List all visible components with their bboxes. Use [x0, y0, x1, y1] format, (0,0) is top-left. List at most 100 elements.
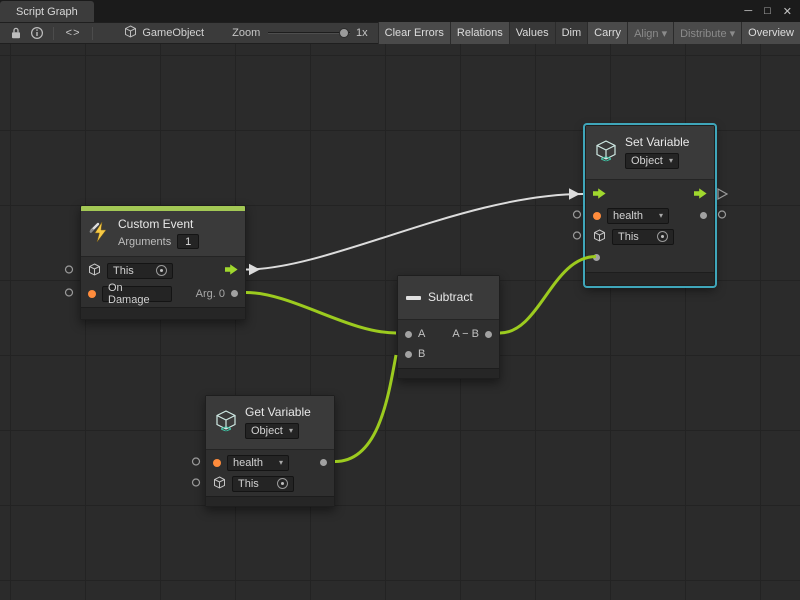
arguments-label: Arguments [118, 236, 171, 248]
custom-event-header[interactable]: Custom Event Arguments 1 [81, 211, 245, 257]
value-out-port[interactable] [700, 212, 707, 219]
node-title: Custom Event [118, 218, 199, 232]
gameobject-type-icon [88, 263, 101, 279]
graph-canvas[interactable]: Custom Event Arguments 1 This [0, 44, 800, 600]
input-b-label: B [418, 348, 425, 360]
object-picker-icon[interactable] [277, 478, 288, 489]
input-a-label: A [418, 328, 425, 340]
flow-in-port[interactable] [593, 188, 606, 202]
chevron-down-icon: ▾ [289, 426, 293, 435]
arguments-count-field[interactable]: 1 [177, 234, 199, 249]
event-name-port[interactable] [88, 290, 96, 298]
scope-value: Object [631, 155, 663, 167]
svg-text:<>: <> [601, 154, 612, 163]
variable-name-dropdown[interactable]: health ▾ [607, 208, 669, 224]
flow-wire-start-arrow [249, 264, 260, 275]
gameobject-label: GameObject [142, 27, 204, 39]
variable-name-port[interactable] [593, 212, 601, 220]
relations-button[interactable]: Relations [450, 22, 509, 44]
window-controls: ─ □ ✕ [744, 0, 792, 22]
wire-getvariable-to-subtract-b [335, 355, 396, 462]
gameobject-type-icon [213, 476, 226, 492]
code-icon[interactable]: <> [59, 22, 88, 44]
unconnected-port-indicator[interactable] [193, 479, 200, 486]
unconnected-port-indicator[interactable] [66, 289, 73, 296]
zoom-slider-knob[interactable] [339, 28, 349, 38]
subtract-header[interactable]: Subtract [398, 276, 499, 320]
object-picker-icon[interactable] [156, 265, 167, 276]
input-b-port[interactable] [405, 351, 412, 358]
zoom-slider[interactable] [268, 22, 350, 44]
variable-name-dropdown[interactable]: health ▾ [227, 455, 289, 471]
node-title: Get Variable [245, 406, 311, 420]
arg0-out-port[interactable] [231, 290, 238, 297]
node-footer [398, 368, 499, 378]
node-set-variable[interactable]: <> Set Variable Object ▾ [585, 125, 715, 286]
unconnected-port-indicator[interactable] [66, 266, 73, 273]
chevron-down-icon: ▾ [279, 458, 283, 467]
tab-script-graph[interactable]: Script Graph [0, 1, 94, 22]
distribute-button[interactable]: Distribute ▾ [673, 22, 741, 44]
minimize-icon[interactable]: ─ [744, 5, 752, 17]
get-variable-header[interactable]: <> Get Variable Object ▾ [206, 396, 334, 450]
variable-name-port[interactable] [213, 459, 221, 467]
overview-button[interactable]: Overview [741, 22, 800, 44]
input-a-port[interactable] [405, 331, 412, 338]
node-footer [206, 496, 334, 506]
target-value: This [113, 265, 134, 277]
event-name-field[interactable]: On Damage [102, 286, 172, 302]
info-icon[interactable] [27, 22, 48, 44]
wire-flow-customevent-to-setvariable [246, 194, 583, 270]
gameobject-icon [124, 25, 137, 41]
toolbar-separator [92, 27, 93, 40]
node-custom-event[interactable]: Custom Event Arguments 1 This [80, 205, 246, 320]
variable-scope-dropdown[interactable]: Object ▾ [245, 423, 299, 439]
maximize-icon[interactable]: □ [764, 5, 771, 17]
toolbar-buttons: Clear Errors Relations Values Dim Carry … [378, 22, 800, 44]
close-icon[interactable]: ✕ [783, 5, 792, 18]
align-button[interactable]: Align ▾ [627, 22, 673, 44]
target-value: This [238, 478, 259, 490]
variable-icon: <> [594, 140, 618, 166]
target-object-field[interactable]: This [107, 263, 173, 279]
dim-button[interactable]: Dim [555, 22, 588, 44]
variable-scope-dropdown[interactable]: Object ▾ [625, 153, 679, 169]
gameobject-type-icon [593, 229, 606, 245]
event-name-value: On Damage [108, 282, 166, 306]
chevron-down-icon: ▾ [659, 211, 663, 220]
node-get-variable[interactable]: <> Get Variable Object ▾ health ▾ [205, 395, 335, 507]
carry-button[interactable]: Carry [587, 22, 627, 44]
variable-icon: <> [214, 410, 238, 436]
flow-out-port[interactable] [225, 264, 238, 278]
unconnected-port-indicator[interactable] [719, 211, 726, 218]
unconnected-flow-indicator[interactable] [718, 189, 727, 199]
target-object-field[interactable]: This [612, 229, 674, 245]
output-port[interactable] [485, 331, 492, 338]
values-button[interactable]: Values [509, 22, 555, 44]
zoom-label: Zoom [232, 27, 260, 39]
object-picker-icon[interactable] [657, 231, 668, 242]
value-in-port[interactable] [593, 254, 600, 261]
clear-errors-button[interactable]: Clear Errors [378, 22, 450, 44]
gameobject-field[interactable]: GameObject [124, 25, 204, 41]
subtract-icon [406, 296, 421, 300]
output-label: A − B [452, 328, 479, 340]
flow-out-port[interactable] [694, 188, 707, 202]
variable-name-value: health [233, 457, 263, 469]
set-variable-header[interactable]: <> Set Variable Object ▾ [586, 126, 714, 180]
target-object-field[interactable]: This [232, 476, 294, 492]
lock-icon[interactable] [6, 22, 27, 44]
node-subtract[interactable]: Subtract A A − B B [397, 275, 500, 379]
wire-arg0-to-subtract-a [246, 293, 396, 334]
node-title: Subtract [428, 291, 473, 305]
value-out-port[interactable] [320, 459, 327, 466]
zoom-slider-track [268, 32, 350, 34]
unconnected-port-indicator[interactable] [574, 211, 581, 218]
script-graph-window: Script Graph ─ □ ✕ <> GameObject Zoom 1x [0, 0, 800, 600]
arg0-label: Arg. 0 [196, 288, 225, 300]
flow-wire-end-arrow [569, 188, 580, 199]
lightning-icon [89, 221, 111, 246]
scope-value: Object [251, 425, 283, 437]
unconnected-port-indicator[interactable] [193, 458, 200, 465]
unconnected-port-indicator[interactable] [574, 232, 581, 239]
